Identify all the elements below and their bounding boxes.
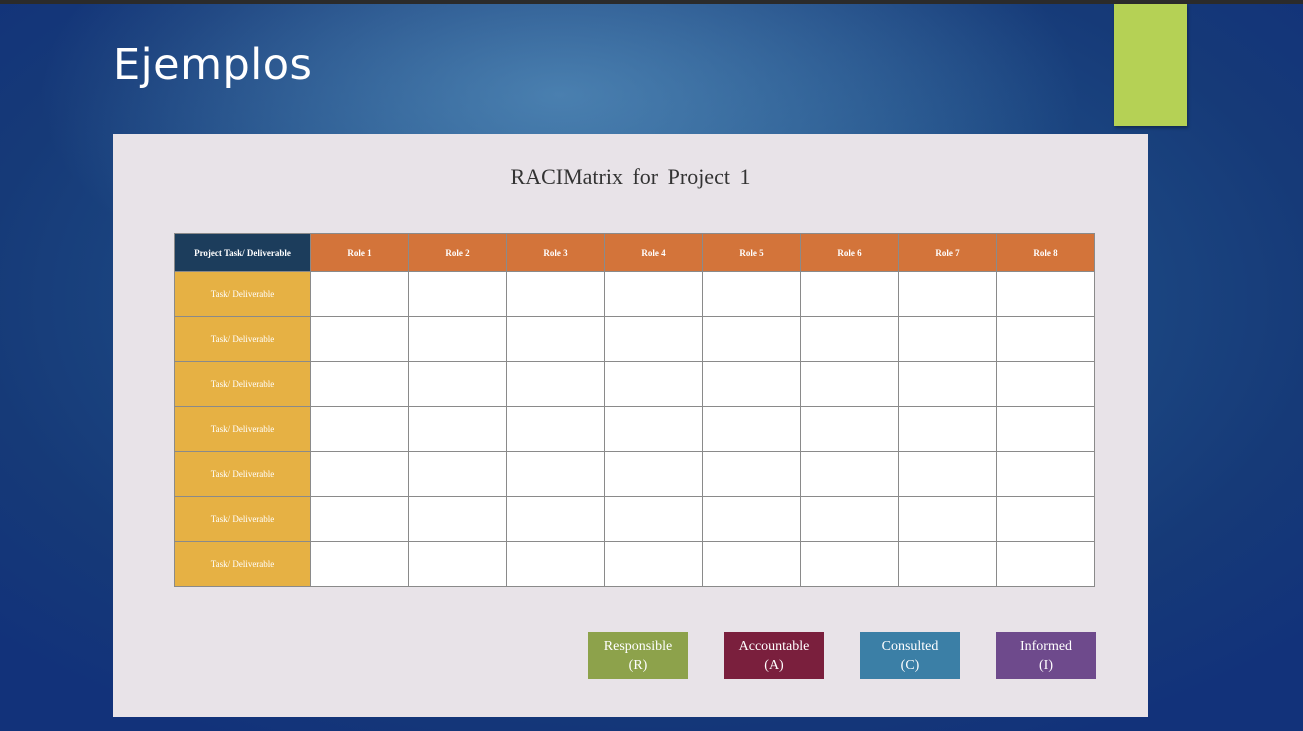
raci-cell[interactable] bbox=[702, 451, 801, 497]
raci-cell[interactable] bbox=[506, 406, 605, 452]
raci-cell[interactable] bbox=[800, 361, 899, 407]
task-cell: Task/ Deliverable bbox=[174, 361, 311, 407]
legend-responsible: Responsible (R) bbox=[588, 632, 688, 679]
raci-cell[interactable] bbox=[408, 271, 507, 317]
raci-cell[interactable] bbox=[996, 451, 1095, 497]
raci-cell[interactable] bbox=[702, 406, 801, 452]
role-header-2: Role 2 bbox=[408, 233, 507, 272]
matrix-title: RACIMatrix for Project 1 bbox=[510, 164, 751, 189]
raci-cell[interactable] bbox=[310, 271, 409, 317]
raci-cell[interactable] bbox=[702, 271, 801, 317]
table-row: Task/ Deliverable bbox=[174, 316, 1095, 362]
raci-cell[interactable] bbox=[604, 541, 703, 587]
raci-cell[interactable] bbox=[408, 361, 507, 407]
raci-cell[interactable] bbox=[898, 451, 997, 497]
accent-block bbox=[1114, 4, 1187, 126]
raci-cell[interactable] bbox=[604, 316, 703, 362]
raci-cell[interactable] bbox=[800, 496, 899, 542]
raci-cell[interactable] bbox=[996, 271, 1095, 317]
raci-cell[interactable] bbox=[408, 451, 507, 497]
raci-cell[interactable] bbox=[310, 316, 409, 362]
slide: Ejemplos RACIMatrix for Project 1 Projec… bbox=[0, 0, 1303, 731]
legend-code: (I) bbox=[1039, 657, 1053, 673]
raci-cell[interactable] bbox=[898, 271, 997, 317]
raci-cell[interactable] bbox=[408, 406, 507, 452]
raci-cell[interactable] bbox=[408, 541, 507, 587]
task-cell: Task/ Deliverable bbox=[174, 271, 311, 317]
raci-cell[interactable] bbox=[702, 541, 801, 587]
role-header-8: Role 8 bbox=[996, 233, 1095, 272]
raci-cell[interactable] bbox=[996, 361, 1095, 407]
raci-cell[interactable] bbox=[506, 361, 605, 407]
raci-cell[interactable] bbox=[506, 271, 605, 317]
raci-cell[interactable] bbox=[310, 496, 409, 542]
header-row: Project Task/ Deliverable Role 1 Role 2 … bbox=[174, 233, 1095, 272]
legend-label: Responsible bbox=[603, 638, 673, 654]
raci-matrix-table: Project Task/ Deliverable Role 1 Role 2 … bbox=[174, 233, 1095, 587]
raci-cell[interactable] bbox=[604, 361, 703, 407]
raci-cell[interactable] bbox=[898, 316, 997, 362]
legend-label: Accountable bbox=[738, 638, 810, 654]
raci-cell[interactable] bbox=[310, 451, 409, 497]
raci-cell[interactable] bbox=[898, 361, 997, 407]
raci-cell[interactable] bbox=[506, 316, 605, 362]
raci-cell[interactable] bbox=[702, 496, 801, 542]
raci-cell[interactable] bbox=[898, 406, 997, 452]
table-row: Task/ Deliverable bbox=[174, 406, 1095, 452]
raci-cell[interactable] bbox=[996, 316, 1095, 362]
raci-cell[interactable] bbox=[604, 496, 703, 542]
task-cell: Task/ Deliverable bbox=[174, 316, 311, 362]
raci-cell[interactable] bbox=[898, 541, 997, 587]
raci-cell[interactable] bbox=[996, 496, 1095, 542]
role-header-1: Role 1 bbox=[310, 233, 409, 272]
table-row: Task/ Deliverable bbox=[174, 541, 1095, 587]
legend-code: (C) bbox=[900, 657, 920, 673]
raci-cell[interactable] bbox=[604, 271, 703, 317]
legend-label: Informed bbox=[1019, 638, 1073, 654]
raci-cell[interactable] bbox=[800, 406, 899, 452]
raci-cell[interactable] bbox=[408, 316, 507, 362]
raci-cell[interactable] bbox=[310, 541, 409, 587]
raci-cell[interactable] bbox=[800, 541, 899, 587]
legend-code: (R) bbox=[628, 657, 648, 673]
role-header-3: Role 3 bbox=[506, 233, 605, 272]
role-header-5: Role 5 bbox=[702, 233, 801, 272]
legend-informed: Informed (I) bbox=[996, 632, 1096, 679]
role-header-7: Role 7 bbox=[898, 233, 997, 272]
legend-code: (A) bbox=[764, 657, 784, 673]
task-cell: Task/ Deliverable bbox=[174, 451, 311, 497]
table-row: Task/ Deliverable bbox=[174, 361, 1095, 407]
raci-cell[interactable] bbox=[996, 541, 1095, 587]
legend-label: Consulted bbox=[881, 638, 939, 654]
task-cell: Task/ Deliverable bbox=[174, 406, 311, 452]
raci-cell[interactable] bbox=[996, 406, 1095, 452]
legend-consulted: Consulted (C) bbox=[860, 632, 960, 679]
raci-cell[interactable] bbox=[898, 496, 997, 542]
raci-panel: RACIMatrix for Project 1 Project Task/ D… bbox=[113, 134, 1148, 717]
raci-cell[interactable] bbox=[800, 271, 899, 317]
task-cell: Task/ Deliverable bbox=[174, 496, 311, 542]
raci-cell[interactable] bbox=[604, 406, 703, 452]
table-row: Task/ Deliverable bbox=[174, 271, 1095, 317]
role-header-4: Role 4 bbox=[604, 233, 703, 272]
role-header-6: Role 6 bbox=[800, 233, 899, 272]
table-row: Task/ Deliverable bbox=[174, 496, 1095, 542]
raci-cell[interactable] bbox=[408, 496, 507, 542]
raci-cell[interactable] bbox=[800, 316, 899, 362]
raci-cell[interactable] bbox=[310, 406, 409, 452]
raci-cell[interactable] bbox=[604, 451, 703, 497]
raci-cell[interactable] bbox=[310, 361, 409, 407]
table-row: Task/ Deliverable bbox=[174, 451, 1095, 497]
raci-cell[interactable] bbox=[702, 316, 801, 362]
window-top-bar bbox=[0, 0, 1303, 4]
raci-cell[interactable] bbox=[506, 541, 605, 587]
raci-cell[interactable] bbox=[506, 496, 605, 542]
slide-title: Ejemplos bbox=[113, 40, 313, 90]
raci-cell[interactable] bbox=[702, 361, 801, 407]
corner-header: Project Task/ Deliverable bbox=[174, 233, 311, 272]
legend-accountable: Accountable (A) bbox=[724, 632, 824, 679]
task-cell: Task/ Deliverable bbox=[174, 541, 311, 587]
raci-cell[interactable] bbox=[800, 451, 899, 497]
raci-cell[interactable] bbox=[506, 451, 605, 497]
